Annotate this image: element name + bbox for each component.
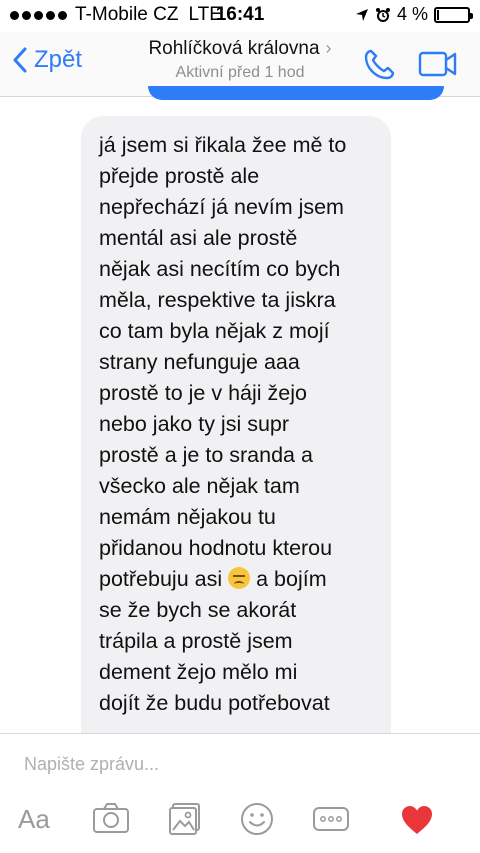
message-line: nemám nějakou tu — [99, 505, 276, 529]
message-line: nepřechází já nevím jsem — [99, 195, 344, 219]
previous-outgoing-message-edge — [148, 86, 444, 100]
message-line: měla, respektive ta jiskra — [99, 288, 336, 312]
emoji-icon — [241, 803, 273, 835]
contact-title[interactable]: Rohlíčková královna › Aktivní před 1 hod — [0, 38, 480, 82]
disappointed-face-emoji — [228, 567, 251, 589]
video-call-button[interactable] — [418, 50, 458, 83]
chevron-right-icon: › — [325, 38, 332, 58]
contact-name: Rohlíčková královna — [148, 38, 320, 59]
photo-gallery-icon — [169, 803, 200, 835]
message-line: všecko ale nějak tam — [99, 474, 300, 498]
battery-fill — [437, 9, 439, 20]
message-line: prostě a je to sranda a — [99, 443, 313, 467]
message-composer: Napište zprávu... Aa — [0, 733, 480, 853]
message-line: trápila a prostě jsem — [99, 629, 293, 653]
message-input[interactable]: Napište zprávu... — [24, 754, 159, 775]
message-line: nebo jako ty jsi supr — [99, 412, 290, 436]
message-text: a bojím — [256, 567, 327, 591]
message-line: strany nefunguje aaa — [99, 350, 300, 374]
like-button[interactable] — [400, 804, 434, 836]
composer-toolbar: Aa — [0, 802, 480, 842]
active-status: Aktivní před 1 hod — [175, 64, 305, 81]
message-line: nějak asi necítím co bych — [99, 257, 341, 281]
contact-name-row: Rohlíčková královna › — [0, 38, 480, 60]
phone-icon — [364, 49, 395, 80]
call-button[interactable] — [362, 48, 396, 87]
message-line: se že bych se akorát — [99, 598, 297, 622]
status-bar: T-Mobile CZ LTE 16:41 4 % — [0, 0, 480, 32]
camera-button[interactable] — [92, 802, 130, 834]
message-line: co tam byla nějak z mojí — [99, 319, 330, 343]
photo-gallery-button[interactable] — [168, 802, 202, 836]
status-right: 4 % — [355, 4, 473, 25]
location-arrow-icon — [355, 8, 368, 21]
camera-icon — [93, 803, 129, 833]
message-line: přejde prostě ale — [99, 164, 260, 188]
more-button[interactable] — [312, 806, 350, 832]
message-line: dement žejo mělo mi — [99, 660, 298, 684]
incoming-message-bubble[interactable]: já jsem si řikala žee mě to přejde prost… — [81, 116, 391, 734]
heart-icon — [402, 806, 432, 834]
message-line: mentál asi ale prostě — [99, 226, 298, 250]
message-line: prostě to je v háji žejo — [99, 381, 307, 405]
message-line: přidanou hodnotu kterou — [99, 536, 333, 560]
battery-percent: 4 % — [396, 4, 428, 24]
emoji-button[interactable] — [240, 802, 274, 836]
message-line-with-emoji: potřebuju asi a bojím — [99, 564, 381, 595]
text-style-button[interactable]: Aa — [18, 804, 50, 835]
message-line: já jsem si řikala žee mě to — [99, 133, 347, 157]
more-icon — [313, 807, 349, 831]
video-camera-icon — [418, 51, 457, 77]
message-line: dojít že budu potřebovat — [99, 691, 330, 715]
alarm-icon — [375, 7, 390, 22]
battery-icon — [434, 6, 473, 23]
message-text: potřebuju asi — [99, 567, 223, 591]
